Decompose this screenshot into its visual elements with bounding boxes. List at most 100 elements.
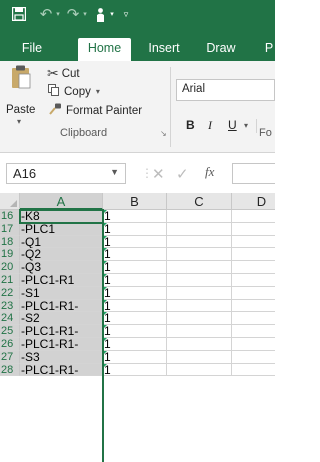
divider-line: [256, 119, 257, 133]
cell-c[interactable]: [167, 261, 232, 274]
cell-d[interactable]: [232, 325, 275, 338]
font-name-box[interactable]: Arial: [176, 79, 275, 101]
row-header[interactable]: 28: [0, 363, 20, 377]
cell-d[interactable]: [232, 236, 275, 249]
cut-label: Cut: [61, 67, 80, 80]
cell-b[interactable]: 1: [103, 235, 167, 249]
row-header[interactable]: 17: [0, 222, 20, 236]
undo-dropdown-icon[interactable]: ▾: [54, 0, 62, 28]
row-header[interactable]: 25: [0, 325, 20, 338]
cell-d[interactable]: [232, 248, 275, 262]
formula-input[interactable]: [232, 163, 275, 184]
copy-icon: [48, 84, 60, 99]
copy-dropdown-icon: ▾: [95, 87, 100, 96]
cell-c[interactable]: [167, 299, 232, 313]
cell-b[interactable]: 1: [103, 325, 167, 338]
cell-d[interactable]: [232, 338, 275, 351]
cell-b[interactable]: 1: [103, 286, 167, 300]
copy-label: Copy: [64, 85, 91, 98]
worksheet-grid: A B C D 16 -K8 1 17 -PLC1 1 18 -Q1 1 19 -Q2 1 20 -Q3 1 21 -P…: [0, 193, 275, 462]
chevron-down-icon[interactable]: ▼: [110, 167, 119, 177]
insert-function-icon[interactable]: fx: [205, 164, 214, 180]
cell-b[interactable]: 1: [103, 274, 167, 287]
column-header-b[interactable]: B: [103, 193, 167, 210]
italic-button[interactable]: I: [208, 118, 212, 133]
enter-icon[interactable]: ✓: [176, 165, 189, 183]
select-all-corner[interactable]: [0, 193, 20, 210]
redo-icon[interactable]: ↷: [64, 0, 82, 28]
cut-button[interactable]: ✂ Cut: [47, 65, 80, 82]
cell-d[interactable]: [232, 351, 275, 364]
cell-c[interactable]: [167, 325, 232, 338]
row-header[interactable]: 18: [0, 235, 20, 249]
clipboard-group-label: Clipboard: [60, 127, 108, 139]
format-painter-button[interactable]: Format Painter: [49, 103, 142, 118]
row-header[interactable]: 19: [0, 248, 20, 262]
row-header[interactable]: 24: [0, 312, 20, 326]
underline-button[interactable]: U: [228, 118, 237, 132]
customize-icon[interactable]: ▿: [120, 0, 132, 28]
cell-d[interactable]: [232, 287, 275, 300]
tab-insert[interactable]: Insert: [143, 38, 185, 61]
cell-d[interactable]: [232, 312, 275, 326]
paste-dropdown-icon[interactable]: ▾: [17, 117, 21, 126]
quick-access-toolbar: ↶ ▾ ↷ ▾ ▾ ▿: [0, 0, 275, 28]
cell-d[interactable]: [232, 261, 275, 274]
undo-icon[interactable]: ↶: [37, 0, 55, 28]
font-group-label: Fo: [259, 127, 272, 139]
clipboard-launcher-icon[interactable]: ↘: [160, 129, 167, 138]
column-header-a[interactable]: A: [20, 193, 103, 210]
row-header[interactable]: 22: [0, 286, 20, 300]
row-header[interactable]: 26: [0, 338, 20, 351]
cell-b[interactable]: 1: [103, 299, 167, 313]
cell-c[interactable]: [167, 222, 232, 236]
cell-c[interactable]: [167, 286, 232, 300]
column-header-c[interactable]: C: [167, 193, 232, 210]
cell-d[interactable]: [232, 364, 275, 377]
scissors-icon: ✂: [47, 65, 59, 81]
row-header[interactable]: 16: [0, 210, 20, 223]
cell-c[interactable]: [167, 274, 232, 287]
cell-d[interactable]: [232, 300, 275, 313]
cell-b[interactable]: 1: [103, 363, 167, 377]
row-header[interactable]: 21: [0, 274, 20, 287]
formula-bar: A16 ▼ ⋮ ✕ ✓ fx: [0, 153, 275, 193]
touch-dropdown-icon[interactable]: ▾: [108, 0, 116, 28]
cancel-icon[interactable]: ✕: [152, 165, 165, 183]
cell-c[interactable]: [167, 363, 232, 377]
cell-b[interactable]: 1: [103, 338, 167, 351]
cell-c[interactable]: [167, 312, 232, 326]
cell-c[interactable]: [167, 210, 232, 223]
cell-b[interactable]: 1: [103, 312, 167, 326]
cell-b[interactable]: 1: [103, 222, 167, 236]
copy-button[interactable]: Copy ▾: [48, 84, 100, 99]
row-header[interactable]: 27: [0, 350, 20, 364]
cell-c[interactable]: [167, 248, 232, 262]
cell-b[interactable]: 1: [103, 261, 167, 274]
paintbrush-icon: [49, 103, 62, 118]
cell-c[interactable]: [167, 235, 232, 249]
name-box[interactable]: A16 ▼: [6, 163, 126, 184]
row-header[interactable]: 23: [0, 299, 20, 313]
cell-c[interactable]: [167, 350, 232, 364]
touch-mode-icon[interactable]: [92, 0, 108, 28]
cell-b[interactable]: 1: [103, 248, 167, 262]
paste-button[interactable]: Paste: [6, 104, 35, 116]
bold-button[interactable]: B: [186, 118, 195, 132]
cell-b[interactable]: 1: [103, 350, 167, 364]
tab-home[interactable]: Home: [78, 38, 131, 61]
cell-d[interactable]: [232, 274, 275, 287]
column-header-d[interactable]: D: [232, 193, 275, 210]
cell-b[interactable]: 1: [103, 210, 167, 223]
underline-dropdown-icon[interactable]: ▾: [244, 121, 248, 130]
row-header[interactable]: 20: [0, 261, 20, 274]
cell-d[interactable]: [232, 223, 275, 236]
cell-c[interactable]: [167, 338, 232, 351]
save-icon[interactable]: [8, 0, 30, 28]
tab-file[interactable]: File: [14, 38, 50, 61]
tab-draw[interactable]: Draw: [200, 38, 242, 61]
tab-page-layout[interactable]: P: [262, 38, 276, 61]
paste-icon[interactable]: [10, 64, 32, 95]
cell-d[interactable]: [232, 210, 275, 223]
redo-dropdown-icon[interactable]: ▾: [81, 0, 89, 28]
